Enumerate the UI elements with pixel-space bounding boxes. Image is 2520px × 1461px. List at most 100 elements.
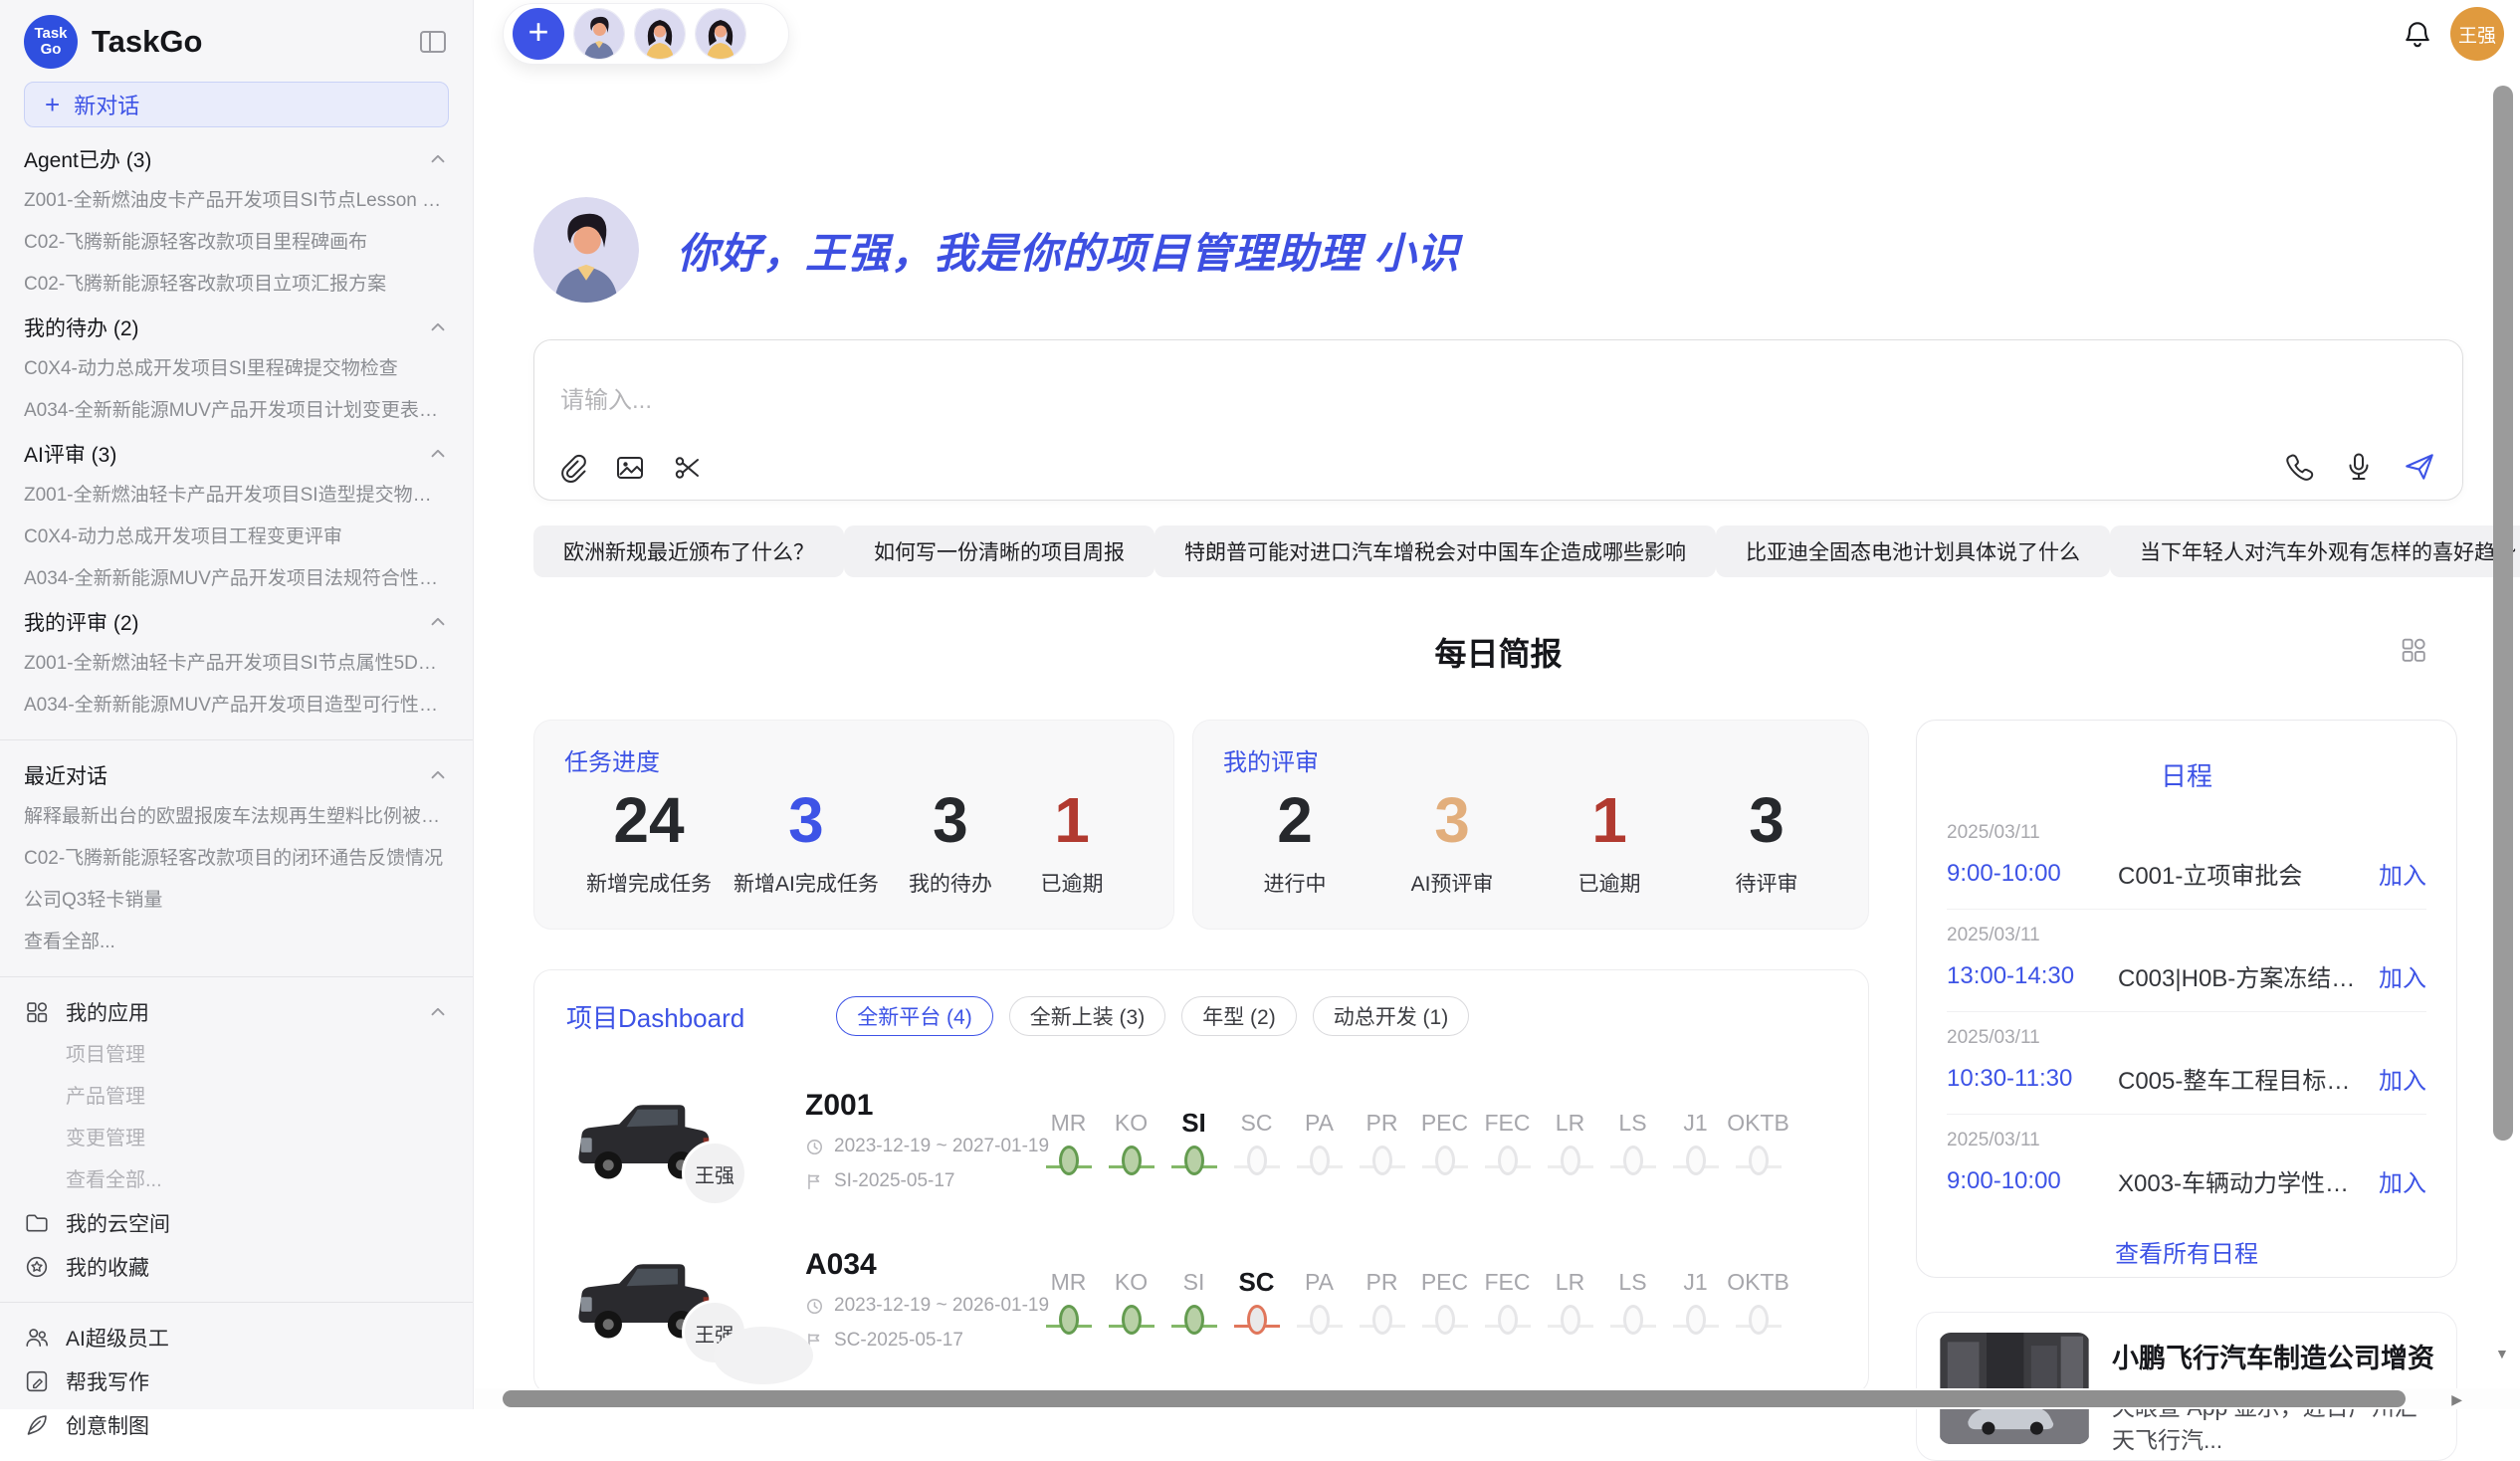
list-item[interactable]: A034-全新新能源MUV产品开发项目法规符合性评审 bbox=[24, 558, 449, 600]
section-agent-done[interactable]: Agent已办 (3) bbox=[24, 137, 449, 180]
sidebar-item-change-mgmt[interactable]: 变更管理 bbox=[24, 1118, 449, 1159]
attachment-icon[interactable] bbox=[556, 452, 588, 484]
section-my-review[interactable]: 我的评审 (2) bbox=[24, 600, 449, 643]
milestone-dot bbox=[1122, 1146, 1142, 1175]
stat-value: 3 bbox=[734, 787, 879, 854]
view-all-chats[interactable]: 查看全部... bbox=[24, 922, 449, 963]
list-item[interactable]: C0X4-动力总成开发项目工程变更评审 bbox=[24, 517, 449, 558]
join-link[interactable]: 加入 bbox=[2379, 856, 2426, 891]
sidebar-item-project-mgmt[interactable]: 项目管理 bbox=[24, 1034, 449, 1076]
logo-text-top: Task bbox=[34, 26, 67, 42]
user-avatar[interactable]: 王强 bbox=[2450, 7, 2504, 61]
view-all-apps[interactable]: 查看全部... bbox=[24, 1159, 449, 1201]
schedule-date: 2025/03/11 bbox=[1947, 925, 2426, 946]
voice-call-icon[interactable] bbox=[2283, 451, 2315, 483]
suggestion-chip[interactable]: 欧洲新规最近颁布了什么？ bbox=[533, 525, 844, 577]
dashboard-title: 项目Dashboard bbox=[566, 998, 744, 1035]
join-link[interactable]: 加入 bbox=[2379, 1061, 2426, 1096]
milestone-label: PEC bbox=[1413, 1265, 1476, 1301]
sidebar-item-product-mgmt[interactable]: 产品管理 bbox=[24, 1076, 449, 1118]
milestone-label: PR bbox=[1351, 1106, 1413, 1142]
news-card[interactable]: 小鹏飞行汽车制造公司增资 天眼查 App 显示，近日广州汇天飞行汽... bbox=[1916, 1312, 2457, 1461]
project-code: Z001 bbox=[805, 1089, 1029, 1123]
suggestion-chip[interactable]: 当下年轻人对汽车外观有怎样的喜好趋势 bbox=[2110, 525, 2520, 577]
chat-input[interactable] bbox=[558, 386, 1753, 416]
image-upload-icon[interactable] bbox=[614, 452, 646, 484]
stat: 3 我的待办 bbox=[901, 787, 1000, 898]
add-assistant-button[interactable]: + bbox=[513, 8, 564, 60]
sidebar-item-creative-drawing[interactable]: 创意制图 bbox=[24, 1403, 449, 1447]
list-item[interactable]: C02-飞腾新能源轻客改款项目里程碑画布 bbox=[24, 222, 449, 264]
filter-tab[interactable]: 全新平台 (4) bbox=[836, 996, 993, 1036]
join-link[interactable]: 加入 bbox=[2379, 1163, 2426, 1198]
horizontal-scrollbar: ▶ bbox=[475, 1388, 2520, 1409]
assistant-avatar-2[interactable] bbox=[634, 8, 686, 60]
filter-tab[interactable]: 动总开发 (1) bbox=[1313, 996, 1470, 1036]
schedule-name: C001-立项审批会 bbox=[2118, 856, 2367, 891]
owner-name: 王强 bbox=[695, 1159, 735, 1188]
section-recent-chats[interactable]: 最近对话 bbox=[24, 753, 449, 796]
list-item[interactable]: Z001-全新燃油轻卡产品开发项目SI节点属性5D文件评审 bbox=[24, 643, 449, 685]
filter-tab[interactable]: 年型 (2) bbox=[1181, 996, 1297, 1036]
news-title: 小鹏飞行汽车制造公司增资 bbox=[2112, 1337, 2434, 1375]
microphone-icon[interactable] bbox=[2343, 451, 2375, 483]
list-item[interactable]: C02-飞腾新能源轻客改款项目立项汇报方案 bbox=[24, 264, 449, 306]
list-item[interactable]: Z001-全新燃油轻卡产品开发项目SI造型提交物评审 bbox=[24, 475, 449, 517]
milestone-label: PA bbox=[1288, 1265, 1351, 1301]
horizontal-scrollbar-thumb[interactable] bbox=[503, 1390, 2406, 1407]
layout-grid-icon[interactable] bbox=[2399, 635, 2428, 665]
sidebar-item-help-me-write[interactable]: 帮我写作 bbox=[24, 1359, 449, 1403]
filter-tab[interactable]: 全新上装 (3) bbox=[1009, 996, 1166, 1036]
view-all-schedules-link[interactable]: 查看所有日程 bbox=[1947, 1234, 2426, 1269]
scroll-right-arrow[interactable]: ▶ bbox=[2451, 1391, 2462, 1408]
stat: 3 待评审 bbox=[1717, 787, 1816, 898]
project-row[interactable]: 王强 Z001 2023-12-19 ~ 2027-01-19 SI-2025-… bbox=[534, 1066, 1868, 1215]
sidebar-item-cloud-space[interactable]: 我的云空间 bbox=[24, 1201, 449, 1245]
suggestion-chip[interactable]: 特朗普可能对进口汽车增税会对中国车企造成哪些影响 bbox=[1155, 525, 1716, 577]
milestone-label: MR bbox=[1037, 1265, 1100, 1301]
list-item[interactable]: 解释最新出台的欧盟报废车法规再生塑料比例被调至15%... bbox=[24, 796, 449, 838]
stat-label: 进行中 bbox=[1245, 868, 1345, 898]
quill-icon bbox=[24, 1412, 50, 1438]
project-next-node: SC-2025-05-17 bbox=[834, 1330, 963, 1352]
chevron-up-icon bbox=[427, 443, 449, 465]
section-title: 我的待办 (2) bbox=[24, 313, 139, 342]
send-icon[interactable] bbox=[2403, 450, 2436, 484]
section-my-todo[interactable]: 我的待办 (2) bbox=[24, 306, 449, 348]
clock-icon bbox=[805, 1138, 824, 1156]
stat-label: 已逾期 bbox=[1560, 868, 1659, 898]
list-item[interactable]: A034-全新新能源MUV产品开发项目计划变更表编写 bbox=[24, 390, 449, 432]
milestone-dot bbox=[1686, 1305, 1706, 1335]
suggestion-chip[interactable]: 比亚迪全固态电池计划具体说了什么 bbox=[1716, 525, 2110, 577]
divider bbox=[0, 739, 473, 740]
vertical-scrollbar-thumb[interactable] bbox=[2493, 86, 2513, 1141]
section-title: AI评审 (3) bbox=[24, 439, 116, 469]
join-link[interactable]: 加入 bbox=[2379, 958, 2426, 993]
assistant-avatar-3[interactable] bbox=[695, 8, 746, 60]
milestone-label: PA bbox=[1288, 1106, 1351, 1142]
sidebar-item-ai-super-staff[interactable]: AI超级员工 bbox=[24, 1316, 449, 1359]
list-item[interactable]: C0X4-动力总成开发项目SI里程碑提交物检查 bbox=[24, 348, 449, 390]
schedule-date: 2025/03/11 bbox=[1947, 822, 2426, 844]
schedule-name: X003-车辆动力学性能验... bbox=[2118, 1163, 2367, 1198]
people-icon bbox=[24, 1325, 50, 1351]
suggestion-chip[interactable]: 如何写一份清晰的项目周报 bbox=[844, 525, 1155, 577]
assistant-avatar-1[interactable] bbox=[573, 8, 625, 60]
list-item[interactable]: A034-全新新能源MUV产品开发项目造型可行性评审 bbox=[24, 685, 449, 727]
schedule-name: C005-整车工程目标评审 bbox=[2118, 1061, 2367, 1096]
list-item[interactable]: Z001-全新燃油皮卡产品开发项目SI节点Lesson Learn报告 bbox=[24, 180, 449, 222]
list-item[interactable]: 公司Q3轻卡销量 bbox=[24, 880, 449, 922]
app-header: Task Go TaskGo bbox=[24, 10, 449, 74]
notification-bell-icon[interactable] bbox=[2401, 18, 2434, 52]
folder-icon bbox=[24, 1210, 50, 1236]
scroll-down-arrow[interactable]: ▼ bbox=[2495, 1346, 2509, 1361]
sidebar-item-favorites[interactable]: 我的收藏 bbox=[24, 1245, 449, 1289]
section-ai-review[interactable]: AI评审 (3) bbox=[24, 432, 449, 475]
sidebar-collapse-icon[interactable] bbox=[417, 26, 449, 58]
sidebar-item-my-apps[interactable]: 我的应用 bbox=[24, 990, 449, 1034]
sidebar: Task Go TaskGo + 新对话 Agent已办 (3) Z001-全新… bbox=[0, 0, 474, 1409]
next-project-partial bbox=[714, 1327, 813, 1384]
list-item[interactable]: C02-飞腾新能源轻客改款项目的闭环通告反馈情况 bbox=[24, 838, 449, 880]
screenshot-icon[interactable] bbox=[672, 452, 704, 484]
new-chat-button[interactable]: + 新对话 bbox=[24, 82, 449, 127]
